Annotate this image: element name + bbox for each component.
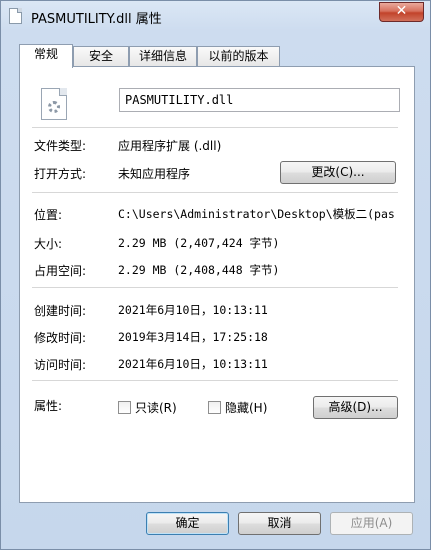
accessed-label: 访问时间:	[34, 358, 87, 372]
tab-details[interactable]: 详细信息	[129, 46, 197, 67]
file-name-field[interactable]: PASMUTILITY.dll	[119, 88, 400, 112]
size-on-disk-value: 2.29 MB (2,408,448 字节)	[118, 263, 280, 277]
window-title: PASMUTILITY.dll 属性	[31, 12, 162, 27]
size-label: 大小:	[34, 237, 63, 251]
file-type-label: 文件类型:	[34, 139, 87, 153]
tab-details-label: 详细信息	[138, 49, 187, 63]
tab-previous-versions[interactable]: 以前的版本	[197, 46, 280, 67]
modified-value: 2019年3月14日，17:25:18	[118, 330, 268, 344]
readonly-label: 只读(R)	[135, 401, 177, 415]
title-bar[interactable]: PASMUTILITY.dll 属性 ✕	[1, 1, 430, 31]
change-button[interactable]: 更改(C)...	[280, 161, 396, 184]
location-label: 位置:	[34, 208, 63, 222]
file-type-value: 应用程序扩展 (.dll)	[118, 139, 222, 153]
tab-general[interactable]: 常规	[19, 44, 73, 68]
location-value: C:\Users\Administrator\Desktop\模板二(pas	[118, 207, 395, 221]
readonly-checkbox[interactable]: 只读(R)	[118, 400, 177, 416]
tab-security[interactable]: 安全	[73, 46, 129, 67]
tab-security-label: 安全	[88, 49, 113, 63]
size-on-disk-label: 占用空间:	[34, 264, 87, 278]
hidden-label: 隐藏(H)	[225, 401, 268, 415]
gear-icon	[48, 101, 60, 113]
apply-button[interactable]: 应用(A)	[330, 512, 413, 535]
divider	[32, 287, 398, 288]
divider	[32, 380, 398, 381]
opens-with-value: 未知应用程序	[118, 167, 191, 181]
document-icon	[9, 8, 22, 24]
advanced-button[interactable]: 高级(D)...	[313, 396, 398, 419]
size-value: 2.29 MB (2,407,424 字节)	[118, 236, 280, 250]
hidden-checkbox[interactable]: 隐藏(H)	[208, 400, 267, 416]
tab-previous-versions-label: 以前的版本	[208, 49, 269, 63]
modified-label: 修改时间:	[34, 331, 87, 345]
checkbox-box	[208, 401, 221, 414]
attributes-label: 属性:	[34, 399, 63, 413]
divider	[32, 192, 398, 193]
cancel-button[interactable]: 取消	[238, 512, 321, 535]
ok-button[interactable]: 确定	[146, 512, 229, 535]
general-panel: PASMUTILITY.dll 文件类型: 应用程序扩展 (.dll) 打开方式…	[19, 66, 415, 503]
created-label: 创建时间:	[34, 304, 87, 318]
dll-file-icon	[41, 88, 67, 120]
created-value: 2021年6月10日，10:13:11	[118, 303, 268, 317]
accessed-value: 2021年6月10日，10:13:11	[118, 357, 268, 371]
properties-window: PASMUTILITY.dll 属性 ✕ 常规 安全 详细信息 以前的版本 PA…	[0, 0, 431, 550]
divider	[32, 127, 398, 128]
close-button[interactable]: ✕	[379, 2, 424, 22]
opens-with-label: 打开方式:	[34, 167, 87, 181]
checkbox-box	[118, 401, 131, 414]
close-icon: ✕	[395, 3, 408, 19]
tab-general-label: 常规	[33, 47, 58, 61]
